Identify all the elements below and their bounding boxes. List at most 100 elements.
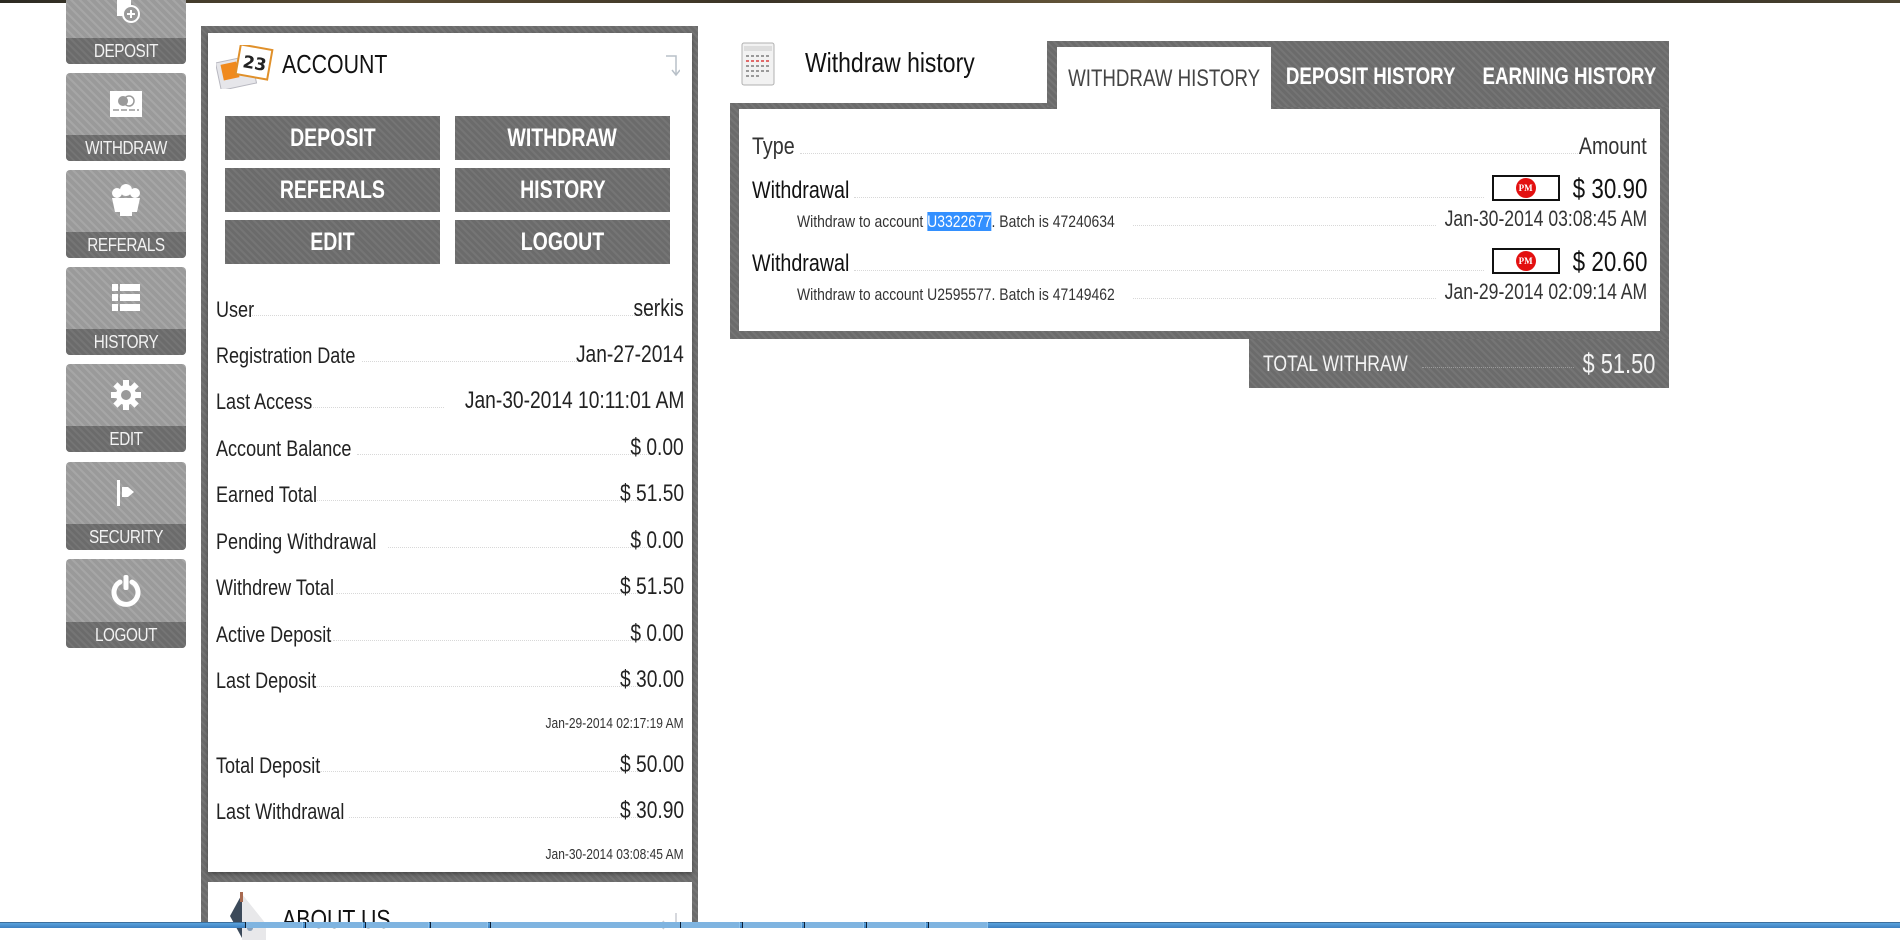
button-label: WITHDRAW bbox=[507, 123, 618, 152]
info-label: Last Access bbox=[216, 389, 313, 414]
taskbar-button[interactable] bbox=[245, 922, 303, 928]
sidebar-item-label: DEPOSIT bbox=[93, 41, 159, 61]
taskbar-button[interactable] bbox=[680, 922, 740, 928]
info-row-last-withdrawal: Last Withdrawal $ 30.90 bbox=[216, 795, 684, 825]
info-label: Earned Total bbox=[216, 482, 317, 507]
transaction-amount: $ 20.60 bbox=[1572, 246, 1647, 277]
deposit-add-icon bbox=[66, 0, 186, 38]
last-deposit-date: Jan-29-2014 02:17:19 AM bbox=[545, 715, 684, 732]
history-button[interactable]: HISTORY bbox=[455, 168, 670, 212]
info-value: $ 0.00 bbox=[630, 527, 684, 554]
transaction-date: Jan-30-2014 03:08:45 AM bbox=[1444, 206, 1647, 231]
tab-label: DEPOSIT HISTORY bbox=[1286, 63, 1456, 90]
taskbar-button[interactable] bbox=[430, 922, 488, 928]
sidebar-item-withdraw[interactable]: WITHDRAW bbox=[66, 73, 186, 161]
info-row-earned-total: Earned Total $ 51.50 bbox=[216, 478, 684, 508]
sidebar-item-label: WITHDRAW bbox=[85, 138, 167, 158]
info-row-active-deposit: Active Deposit $ 0.00 bbox=[216, 618, 684, 648]
last-withdrawal-date: Jan-30-2014 03:08:45 AM bbox=[545, 846, 684, 863]
browser-top-strip bbox=[0, 0, 1900, 3]
history-row-detail: Withdraw to account U2595577. Batch is 4… bbox=[797, 279, 1647, 305]
about-us-title: ABOUT US bbox=[282, 904, 391, 934]
tab-withdraw-history[interactable]: WITHDRAW HISTORY bbox=[1057, 47, 1271, 111]
tab-deposit-history[interactable]: DEPOSIT HISTORY bbox=[1271, 47, 1471, 107]
referals-button[interactable]: REFERALS bbox=[225, 168, 440, 212]
card-icon bbox=[66, 73, 186, 135]
tab-label: WITHDRAW HISTORY bbox=[1067, 65, 1261, 92]
history-content-frame: Type Amount Withdrawal PM $ 30.90 Withdr… bbox=[730, 103, 1669, 339]
sidebar-item-deposit[interactable]: DEPOSIT bbox=[66, 0, 186, 64]
about-us-card[interactable]: ABOUT US bbox=[208, 882, 692, 942]
sidebar-item-security[interactable]: SECURITY bbox=[66, 462, 186, 550]
info-value: Jan-27-2014 bbox=[576, 341, 684, 368]
svg-text:23: 23 bbox=[241, 52, 268, 76]
taskbar-button[interactable] bbox=[305, 922, 363, 928]
history-tabs: WITHDRAW HISTORY DEPOSIT HISTORY EARNING… bbox=[1047, 41, 1669, 111]
info-value: $ 30.90 bbox=[619, 797, 684, 824]
people-icon bbox=[66, 170, 186, 232]
info-label: Last Deposit bbox=[216, 668, 317, 693]
history-row: Withdrawal PM $ 20.60 bbox=[752, 246, 1647, 278]
info-value: Jan-30-2014 10:11:01 AM bbox=[464, 387, 684, 414]
transaction-description: Withdraw to account U3322677. Batch is 4… bbox=[797, 212, 1115, 231]
taskbar-button[interactable] bbox=[742, 922, 802, 928]
transaction-type: Withdrawal bbox=[752, 177, 850, 204]
info-row-total-deposit: Total Deposit $ 50.00 bbox=[216, 749, 684, 779]
sidebar-item-edit[interactable]: EDIT bbox=[66, 364, 186, 452]
tab-earning-history[interactable]: EARNING HISTORY bbox=[1471, 47, 1667, 107]
calendar-icon bbox=[740, 41, 776, 87]
info-label: Withdrew Total bbox=[216, 575, 334, 600]
info-value: serkis bbox=[633, 295, 684, 322]
button-label: HISTORY bbox=[519, 175, 606, 204]
selected-account-id[interactable]: U3322677 bbox=[927, 212, 992, 231]
edit-button[interactable]: EDIT bbox=[225, 220, 440, 264]
info-label: Total Deposit bbox=[216, 753, 321, 778]
history-table: Type Amount Withdrawal PM $ 30.90 Withdr… bbox=[739, 109, 1660, 331]
info-label: Account Balance bbox=[216, 436, 352, 461]
sidebar-item-label: LOGOUT bbox=[94, 625, 158, 645]
column-header-type: Type bbox=[752, 133, 795, 160]
withdraw-button[interactable]: WITHDRAW bbox=[455, 116, 670, 160]
transaction-description: Withdraw to account U2595577. Batch is 4… bbox=[797, 285, 1115, 304]
info-row-user: User serkis bbox=[216, 293, 684, 323]
info-value: $ 51.50 bbox=[619, 480, 684, 507]
total-withdraw-label: TOTAL WITHRAW bbox=[1263, 350, 1408, 376]
info-row-withdrew-total: Withdrew Total $ 51.50 bbox=[216, 571, 684, 601]
info-label: User bbox=[216, 297, 255, 322]
list-icon bbox=[66, 267, 186, 329]
account-title: ACCOUNT bbox=[282, 49, 388, 79]
info-label: Last Withdrawal bbox=[216, 799, 345, 824]
info-label: Registration Date bbox=[216, 343, 356, 368]
logout-button[interactable]: LOGOUT bbox=[455, 220, 670, 264]
info-value: $ 50.00 bbox=[619, 751, 684, 778]
info-row-registration-date: Registration Date Jan-27-2014 bbox=[216, 339, 684, 369]
deposit-button[interactable]: DEPOSIT bbox=[225, 116, 440, 160]
transaction-type: Withdrawal bbox=[752, 250, 850, 277]
sidebar-item-logout[interactable]: LOGOUT bbox=[66, 559, 186, 648]
total-withdraw-bar: TOTAL WITHRAW $ 51.50 bbox=[1249, 339, 1669, 388]
sidebar-item-label: REFERALS bbox=[87, 235, 165, 255]
taskbar-button[interactable] bbox=[866, 922, 926, 928]
tab-label: EARNING HISTORY bbox=[1482, 63, 1656, 90]
sidebar-item-referals[interactable]: REFERALS bbox=[66, 170, 186, 258]
account-id[interactable]: U2595577 bbox=[927, 285, 991, 304]
history-row: Withdrawal PM $ 30.90 bbox=[752, 173, 1647, 205]
button-label: LOGOUT bbox=[520, 227, 605, 256]
arrow-down-icon[interactable] bbox=[664, 55, 681, 77]
taskbar-button[interactable] bbox=[928, 922, 988, 928]
info-label: Active Deposit bbox=[216, 622, 332, 647]
info-value: $ 0.00 bbox=[630, 434, 684, 461]
sidebar-item-label: SECURITY bbox=[89, 527, 163, 547]
account-card: 23 ACCOUNT DEPOSIT WITHDRAW REFERALS HIS… bbox=[208, 33, 692, 872]
taskbar-button[interactable] bbox=[804, 922, 864, 928]
total-withdraw-value: $ 51.50 bbox=[1582, 347, 1655, 379]
column-header-amount: Amount bbox=[1579, 133, 1647, 160]
sidebar-item-history[interactable]: HISTORY bbox=[66, 267, 186, 355]
button-label: DEPOSIT bbox=[289, 123, 376, 152]
calendar-contact-icon: 23 bbox=[214, 43, 274, 92]
button-label: EDIT bbox=[310, 227, 355, 256]
taskbar-button[interactable] bbox=[365, 922, 429, 928]
gear-icon bbox=[66, 364, 186, 426]
taskbar-button[interactable] bbox=[490, 922, 682, 928]
history-table-header: Type Amount bbox=[752, 131, 1647, 161]
